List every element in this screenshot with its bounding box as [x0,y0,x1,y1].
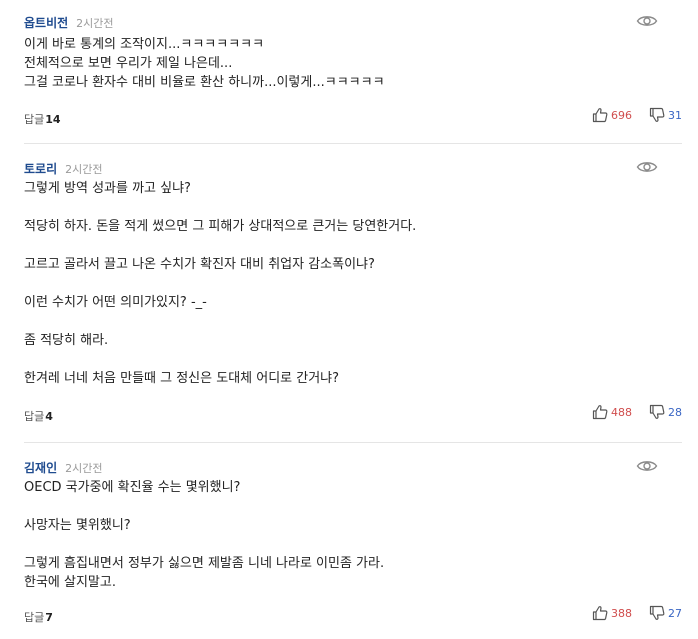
thumbs-down-icon [649,605,665,620]
eye-icon[interactable] [636,159,658,175]
comment-line: 그렇게 방역 성과를 까고 싶냐? [24,181,191,196]
reply-label: 답글 [24,410,45,423]
comment-line: 한겨레 너네 처음 만들때 그 정신은 도대체 어디로 간거냐? [24,371,340,386]
comment-line: 이게 바로 통계의 조작이지...ㅋㅋㅋㅋㅋㅋㅋ [24,37,265,52]
vote-group: 696 31 [592,107,682,123]
comment-line: 전체적으로 보면 우리가 제일 나은데... [24,56,233,71]
comment-line: 좀 적당히 해라. [24,333,109,348]
like-button[interactable]: 488 [592,404,632,420]
comment-body: OECD 국가중에 확진율 수는 몇위했니? 사망자는 몇위했니? 그렇게 흠집… [24,478,644,592]
comment-body: 이게 바로 통계의 조작이지...ㅋㅋㅋㅋㅋㅋㅋ 전체적으로 보면 우리가 제일… [24,35,644,92]
eye-icon[interactable] [636,458,658,474]
comment-time: 2시간전 [65,462,103,475]
comment-footer: 답글4 488 28 [24,404,682,424]
comment-author[interactable]: 토로리 [24,160,57,177]
reply-button[interactable]: 답글7 [24,609,53,625]
vote-group: 488 28 [592,404,682,420]
reply-count: 7 [45,611,53,624]
comment-line: OECD 국가중에 확진율 수는 몇위했니? [24,480,241,495]
reply-button[interactable]: 답글4 [24,408,53,424]
reply-label: 답글 [24,113,45,126]
dislike-count: 27 [668,606,682,620]
reply-count: 14 [45,113,61,126]
vote-group: 388 27 [592,605,682,621]
comment-line: 이런 수치가 어떤 의미가있지? -_- [24,295,207,310]
like-button[interactable]: 696 [592,107,632,123]
comment-meta: 토로리 2시간전 [24,160,102,177]
reply-button[interactable]: 답글14 [24,111,61,127]
comment-line: 적당히 하자. 돈을 적게 썼으면 그 피해가 상대적으로 큰거는 당연한거다. [24,219,417,234]
comment-time: 2시간전 [65,163,103,176]
comment-line: 그렇게 흠집내면서 정부가 싫으면 제발좀 니네 나라로 이민좀 가라. [24,556,385,571]
comment-item: 옵트비전 2시간전 이게 바로 통계의 조작이지...ㅋㅋㅋㅋㅋㅋㅋ 전체적으로… [24,0,682,143]
dislike-button[interactable]: 27 [649,605,682,621]
comment-footer: 답글14 696 31 [24,107,682,127]
dislike-count: 28 [668,405,682,419]
comment-author[interactable]: 김재인 [24,459,57,476]
thumbs-down-icon [649,404,665,419]
reply-label: 답글 [24,611,45,624]
thumbs-down-icon [649,107,665,122]
reply-count: 4 [45,410,53,423]
like-count: 388 [611,606,632,620]
thumbs-up-icon [592,606,608,621]
comment-item: 김재인 2시간전 OECD 국가중에 확진율 수는 몇위했니? 사망자는 몇위했… [24,442,682,639]
comment-line: 그걸 코로나 환자수 대비 비율로 환산 하니까...이렇게...ㅋㅋㅋㅋㅋ [24,75,385,90]
comment-line: 사망자는 몇위했니? [24,518,131,533]
comment-meta: 옵트비전 2시간전 [24,14,114,31]
comment-meta: 김재인 2시간전 [24,459,102,476]
comment-time: 2시간전 [76,17,114,30]
thumbs-up-icon [592,405,608,420]
comment-line: 고르고 골라서 끌고 나온 수치가 확진자 대비 취업자 감소폭이냐? [24,257,375,272]
comment-body: 그렇게 방역 성과를 까고 싶냐? 적당히 하자. 돈을 적게 썼으면 그 피해… [24,179,644,388]
dislike-count: 31 [668,108,682,122]
dislike-button[interactable]: 31 [649,107,682,123]
eye-icon[interactable] [636,13,658,29]
comment-item: 토로리 2시간전 그렇게 방역 성과를 까고 싶냐? 적당히 하자. 돈을 적게… [24,143,682,442]
like-count: 696 [611,108,632,122]
like-count: 488 [611,405,632,419]
thumbs-up-icon [592,108,608,123]
like-button[interactable]: 388 [592,605,632,621]
comment-footer: 답글7 388 27 [24,605,682,625]
dislike-button[interactable]: 28 [649,404,682,420]
comment-line: 한국에 살지말고. [24,575,116,590]
comment-author[interactable]: 옵트비전 [24,14,68,31]
